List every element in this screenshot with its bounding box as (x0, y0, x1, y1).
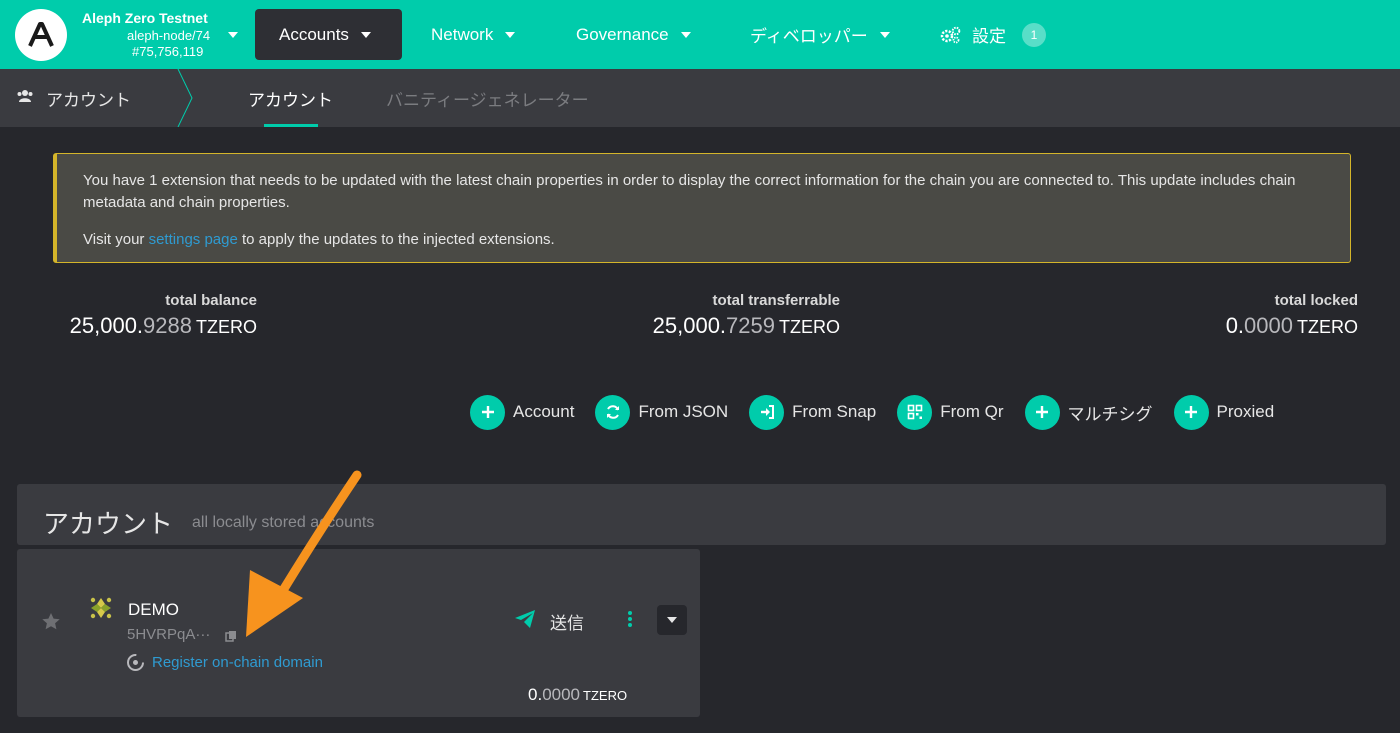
accounts-subtitle: all locally stored accounts (192, 514, 375, 531)
from-snap-label: From Snap (792, 402, 877, 421)
total-transferrable-value: 25,000.7259 TZERO (653, 313, 840, 339)
chevron-down-icon (360, 31, 371, 38)
section-title-label: アカウント (46, 90, 131, 110)
total-balance-dec: 9288 (143, 313, 192, 338)
total-locked-value: 0.0000 TZERO (1226, 313, 1358, 339)
total-locked-dec: 0000 (1244, 313, 1293, 338)
from-json-label: From JSON (638, 402, 729, 421)
register-domain-link[interactable]: Register on-chain domain (152, 654, 323, 671)
account-name: DEMO (128, 600, 179, 619)
total-balance-label: total balance (165, 292, 257, 309)
sync-icon (595, 394, 631, 430)
sub-navigation: アカウント アカウント バニティージェネレーター (0, 69, 1400, 127)
multisig-button[interactable]: マルチシグ (1024, 394, 1153, 430)
copy-icon[interactable] (225, 629, 237, 647)
account-balance-int: 0. (528, 685, 543, 704)
tab-accounts[interactable]: アカウント (248, 69, 333, 127)
menu-developer[interactable]: ディベロッパー (750, 9, 890, 60)
sign-in-icon (749, 394, 785, 430)
chevron-down-icon (879, 31, 890, 38)
tab-vanity-generator[interactable]: バニティージェネレーター (386, 69, 589, 127)
warning-instruction: Visit your settings page to apply the up… (83, 229, 1324, 251)
menu-settings-label: 設定 (972, 27, 1006, 46)
account-balance-unit: TZERO (583, 688, 628, 703)
aleph-zero-logo-icon[interactable] (15, 9, 67, 61)
chevron-down-icon (505, 31, 516, 38)
summary-total-transferrable: total transferrable 25,000.7259 TZERO (653, 292, 840, 339)
account-actions: Account From JSON From Snap From Qr マルチシ… (470, 394, 1295, 430)
total-locked-int: 0. (1225, 313, 1245, 338)
plus-icon (470, 394, 505, 430)
extension-update-warning: You have 1 extension that needs to be up… (53, 153, 1351, 263)
warning-text: You have 1 extension that needs to be up… (83, 172, 1296, 211)
from-qr-button[interactable]: From Qr (897, 394, 1004, 430)
total-transferrable-unit: TZERO (779, 317, 840, 337)
paper-plane-icon[interactable] (514, 609, 536, 634)
menu-governance[interactable]: Governance (576, 9, 691, 60)
plus-icon (1024, 394, 1060, 430)
section-title: アカウント (16, 69, 131, 127)
top-bar: Aleph Zero Testnet aleph-node/74 #75,756… (0, 0, 1400, 69)
total-balance-int: 25,000. (69, 313, 144, 338)
from-qr-label: From Qr (940, 402, 1004, 421)
total-balance-value: 25,000.9288 TZERO (70, 313, 257, 339)
chevron-down-icon (666, 611, 678, 629)
account-row: DEMO 5HVRPqA··· Register on-chain domain… (17, 549, 700, 717)
add-account-button[interactable]: Account (470, 394, 575, 430)
settings-page-link[interactable]: settings page (149, 231, 238, 248)
total-locked-unit: TZERO (1297, 317, 1358, 337)
multisig-label: マルチシグ (1067, 404, 1153, 424)
node-version: aleph-node/74 (127, 28, 211, 43)
total-transferrable-int: 25,000. (652, 313, 727, 338)
cogs-icon (940, 26, 962, 44)
total-balance-unit: TZERO (196, 317, 257, 337)
block-number: #75,756,119 (132, 44, 204, 59)
identicon-icon[interactable] (88, 595, 114, 626)
menu-governance-label: Governance (576, 24, 669, 44)
chevron-down-icon (228, 32, 238, 38)
menu-developer-label: ディベロッパー (750, 27, 868, 46)
ellipsis-vertical-icon[interactable] (625, 609, 635, 634)
warning-instruction-post: to apply the updates to the injected ext… (237, 231, 555, 248)
proxied-label: Proxied (1216, 402, 1275, 421)
accounts-table-header: アカウント all locally stored accounts (17, 484, 1386, 545)
menu-accounts-label: Accounts (279, 24, 349, 44)
add-account-label: Account (513, 402, 575, 421)
chevron-down-icon (680, 31, 691, 38)
chain-name: Aleph Zero Testnet (82, 10, 208, 26)
from-json-button[interactable]: From JSON (595, 394, 729, 430)
from-snap-button[interactable]: From Snap (749, 394, 877, 430)
account-balance: 0.0000 TZERO (528, 685, 627, 705)
summary-total-locked: total locked 0.0000 TZERO (1226, 292, 1358, 339)
total-transferrable-label: total transferrable (712, 292, 840, 309)
summary-total-balance: total balance 25,000.9288 TZERO (70, 292, 257, 339)
star-icon[interactable] (41, 612, 61, 636)
proxied-button[interactable]: Proxied (1173, 394, 1275, 430)
qrcode-icon (897, 394, 933, 430)
total-locked-label: total locked (1274, 292, 1358, 309)
accounts-title: アカウント (43, 509, 174, 539)
expand-button[interactable] (657, 605, 687, 635)
plus-icon (1173, 394, 1209, 430)
chain-selector[interactable]: Aleph Zero Testnet aleph-node/74 #75,756… (82, 10, 242, 59)
menu-settings[interactable]: 設定 1 (940, 9, 1046, 60)
notification-badge: 1 (1022, 22, 1046, 47)
menu-accounts[interactable]: Accounts (255, 9, 402, 60)
active-tab-indicator (264, 124, 318, 127)
account-address: 5HVRPqA··· (127, 626, 211, 643)
menu-network-label: Network (431, 24, 494, 44)
total-transferrable-dec: 7259 (726, 313, 775, 338)
users-icon (16, 88, 34, 108)
breadcrumb-divider-icon (177, 69, 193, 127)
send-button[interactable]: 送信 (550, 609, 584, 634)
account-balance-dec: 0000 (542, 685, 581, 704)
warning-instruction-pre: Visit your (83, 231, 149, 248)
menu-network[interactable]: Network (431, 9, 516, 60)
circle-notch-icon (126, 653, 145, 677)
